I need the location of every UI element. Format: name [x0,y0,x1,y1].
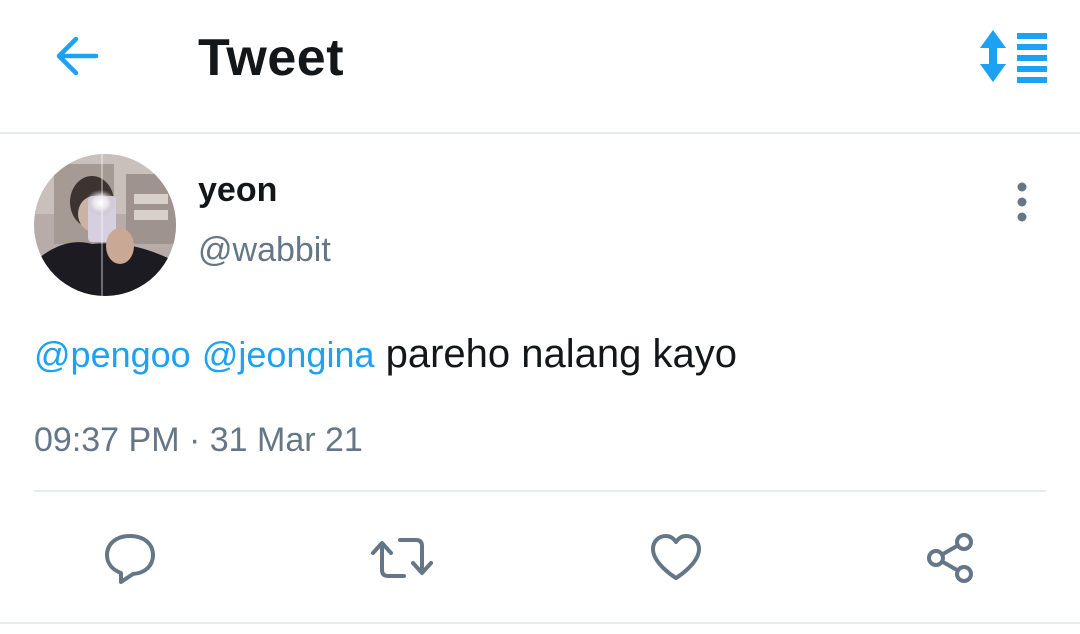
sort-replies-button[interactable] [974,22,1054,90]
mention-link[interactable]: @pengoo [34,334,191,375]
reply-button[interactable] [92,520,168,596]
back-button[interactable] [44,24,108,88]
avatar[interactable] [34,154,176,296]
page-title: Tweet [198,29,345,87]
author-handle[interactable]: @wabbit [198,230,331,270]
arrow-left-icon [56,36,99,76]
retweet-button[interactable] [364,520,440,596]
top-app-bar: Tweet [0,0,1080,134]
reply-bubble-icon [105,534,155,584]
share-icon [927,533,973,583]
like-button[interactable] [638,520,714,596]
more-vertical-icon [1017,182,1027,222]
profile-photo [34,154,176,296]
divider [0,622,1080,624]
heart-icon [651,534,701,580]
tweet-text: pareho nalang kayo [385,332,737,376]
tweet-detail: yeon @wabbit @pengoo @jeongina pareho na… [0,134,1080,634]
more-options-button[interactable] [996,178,1048,226]
sort-arrows-list-icon [980,30,1047,83]
retweet-icon [371,538,433,578]
tweet-timestamp: 09:37 PM · 31 Mar 21 [34,421,363,459]
tweet-body: @pengoo @jeongina pareho nalang kayo [34,330,737,379]
divider [34,490,1046,492]
author-display-name[interactable]: yeon [198,170,277,210]
share-button[interactable] [912,520,988,596]
action-bar [0,520,1080,596]
mention-link[interactable]: @jeongina [202,334,375,375]
